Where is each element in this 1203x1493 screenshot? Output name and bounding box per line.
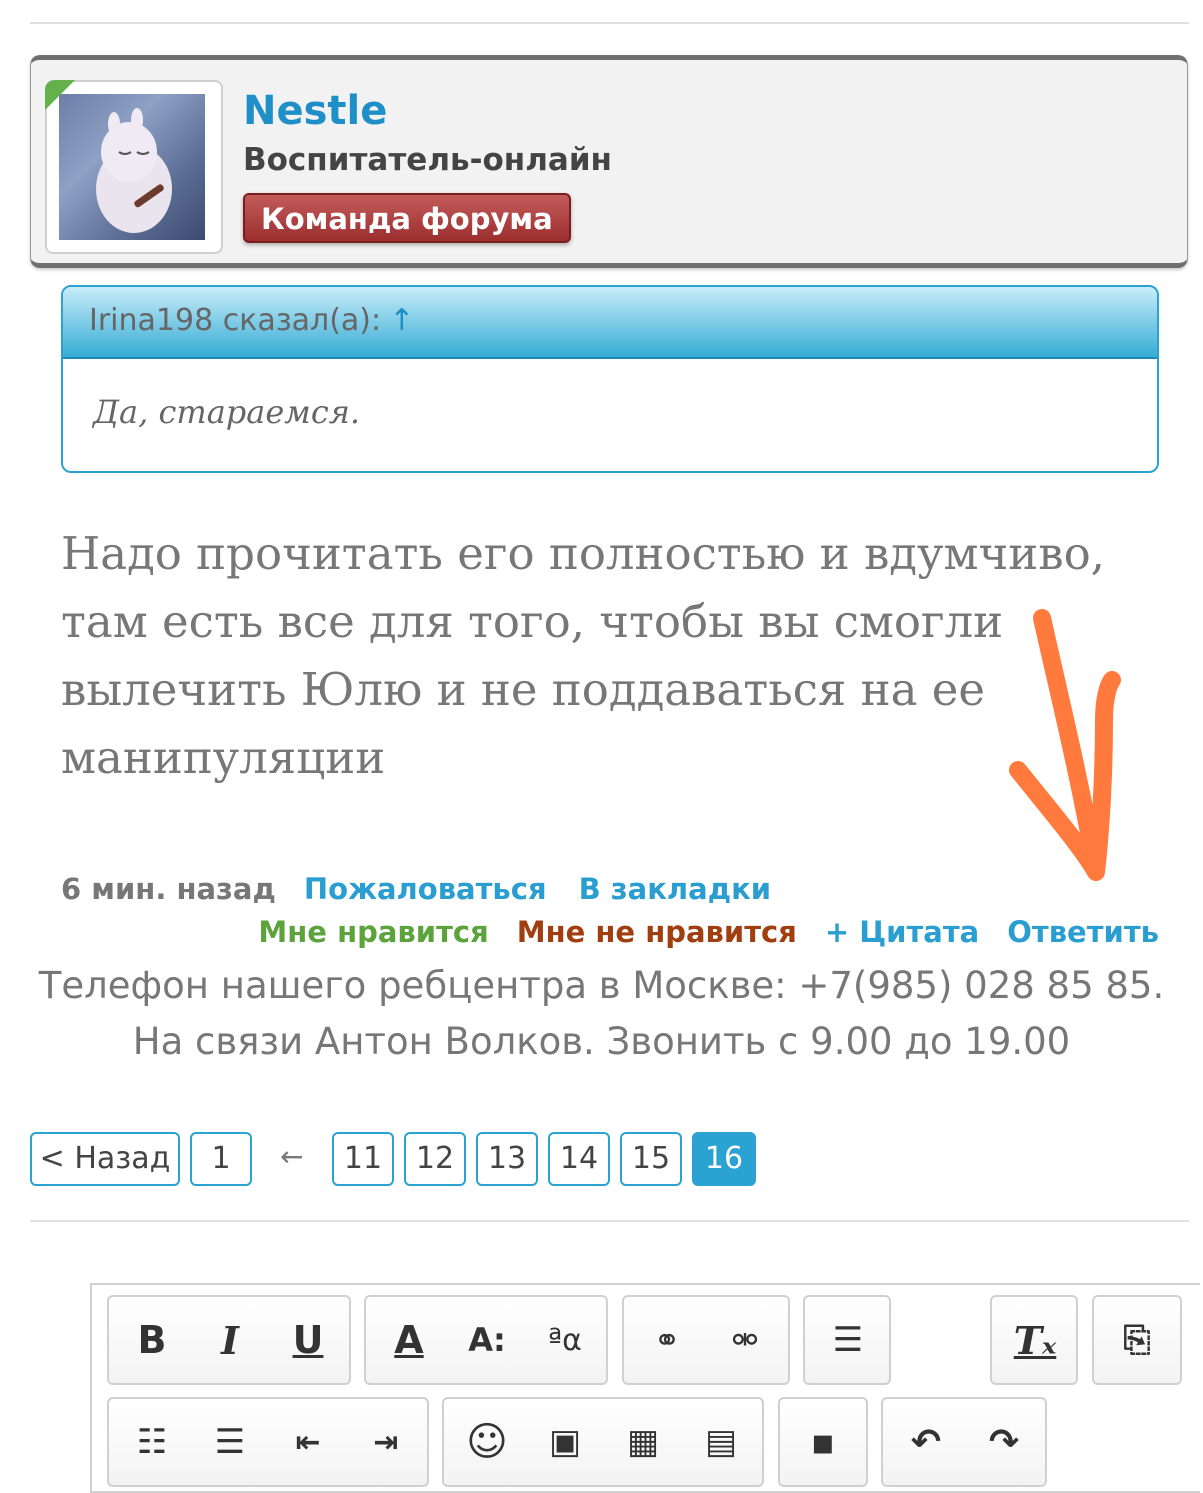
unlink-icon[interactable]: ⚮ [710, 1305, 780, 1375]
username-link[interactable]: Nestle [243, 88, 387, 134]
user-title: Воспитатель-онлайн [243, 142, 612, 178]
media-icon[interactable]: ▦ [608, 1407, 678, 1477]
image-icon[interactable]: ▣ [530, 1407, 600, 1477]
quote-block: Irina198 сказал(а): ↑ Да, стараемся. [61, 285, 1159, 473]
team-badge: Команда форума [243, 193, 571, 243]
user-card: Nestle Воспитатель-онлайн Команда форума [30, 55, 1188, 268]
link-group: ⚭ ⚮ [622, 1295, 790, 1385]
signature-line-1: Телефон нашего ребцентра в Москве: +7(98… [38, 964, 1165, 1007]
bullet-list-icon[interactable]: ☷ [117, 1407, 187, 1477]
outdent-icon[interactable]: ⇤ [273, 1407, 343, 1477]
font-group: A A꞉ ªα [364, 1295, 608, 1385]
editor-toolbar: B I U A A꞉ ªα ⚭ ⚮ ☰ Tₓ ⎘ ☷ ☰ ⇤ ⇥ ☺ ▣ ▦ ▤… [90, 1283, 1200, 1493]
like-link[interactable]: Мне нравится [258, 915, 488, 949]
reply-link[interactable]: Ответить [1007, 915, 1159, 949]
align-icon[interactable]: ☰ [813, 1305, 883, 1375]
remove-format-group: Tₓ [990, 1295, 1078, 1385]
page-button-11[interactable]: 11 [332, 1132, 394, 1186]
avatar-image [59, 94, 205, 240]
online-indicator [45, 80, 75, 110]
post-meta-row: 6 мин. назад Пожаловаться В закладки [61, 872, 771, 906]
page-button-13[interactable]: 13 [476, 1132, 538, 1186]
quote-author: Irina198 сказал(а): [89, 303, 382, 338]
align-group: ☰ [803, 1295, 891, 1385]
bookmark-link[interactable]: В закладки [579, 872, 772, 906]
redo-icon[interactable]: ↷ [969, 1407, 1039, 1477]
quote-jump-arrow[interactable]: ↑ [389, 303, 414, 338]
page-button-current[interactable]: 16 [692, 1132, 756, 1186]
page-button-12[interactable]: 12 [404, 1132, 466, 1186]
italic-icon[interactable]: I [195, 1305, 265, 1375]
draft-group: ▪ [778, 1397, 868, 1487]
font-size-icon[interactable]: A꞉ [452, 1305, 522, 1375]
page-button-15[interactable]: 15 [620, 1132, 682, 1186]
dislike-link[interactable]: Мне не нравится [517, 915, 797, 949]
undo-icon[interactable]: ↶ [891, 1407, 961, 1477]
signature: Телефон нашего ребцентра в Москве: +7(98… [0, 958, 1203, 1070]
switch-mode-icon[interactable]: ⎘ [1102, 1305, 1172, 1375]
numbered-list-icon[interactable]: ☰ [195, 1407, 265, 1477]
smilie-icon[interactable]: ☺ [452, 1407, 522, 1477]
insert-group: ☺ ▣ ▦ ▤ [442, 1397, 764, 1487]
page-skip-arrow[interactable]: ← [280, 1140, 303, 1173]
bold-icon[interactable]: B [117, 1305, 187, 1375]
underline-icon[interactable]: U [273, 1305, 343, 1375]
avatar[interactable] [45, 80, 223, 254]
link-icon[interactable]: ⚭ [632, 1305, 702, 1375]
page-prev-button[interactable]: < Назад [30, 1132, 180, 1186]
remove-format-icon[interactable]: Tₓ [1000, 1305, 1070, 1375]
save-draft-icon[interactable]: ▪ [788, 1407, 858, 1477]
quote-header: Irina198 сказал(а): ↑ [63, 287, 1157, 359]
history-group: ↶ ↷ [881, 1397, 1047, 1487]
post-time: 6 мин. назад [61, 872, 276, 906]
list-group: ☷ ☰ ⇤ ⇥ [107, 1397, 429, 1487]
top-divider [30, 22, 1189, 24]
report-link[interactable]: Пожаловаться [304, 872, 547, 906]
page-button-1[interactable]: 1 [190, 1132, 252, 1186]
insert-icon[interactable]: ▤ [686, 1407, 756, 1477]
page-button-14[interactable]: 14 [548, 1132, 610, 1186]
signature-line-2: На связи Антон Волков. Звонить с 9.00 до… [132, 1020, 1071, 1063]
font-color-icon[interactable]: A [374, 1305, 444, 1375]
bottom-divider [30, 1220, 1189, 1222]
switch-mode-group: ⎘ [1092, 1295, 1182, 1385]
post-actions: Мне нравится Мне не нравится + Цитата Ответ… [230, 915, 1159, 949]
format-group: B I U [107, 1295, 351, 1385]
indent-icon[interactable]: ⇥ [351, 1407, 421, 1477]
font-family-icon[interactable]: ªα [530, 1305, 600, 1375]
quote-link[interactable]: + Цитата [825, 915, 979, 949]
quote-text: Да, стараемся. [93, 393, 361, 431]
annotation-arrow-icon [1009, 609, 1121, 881]
